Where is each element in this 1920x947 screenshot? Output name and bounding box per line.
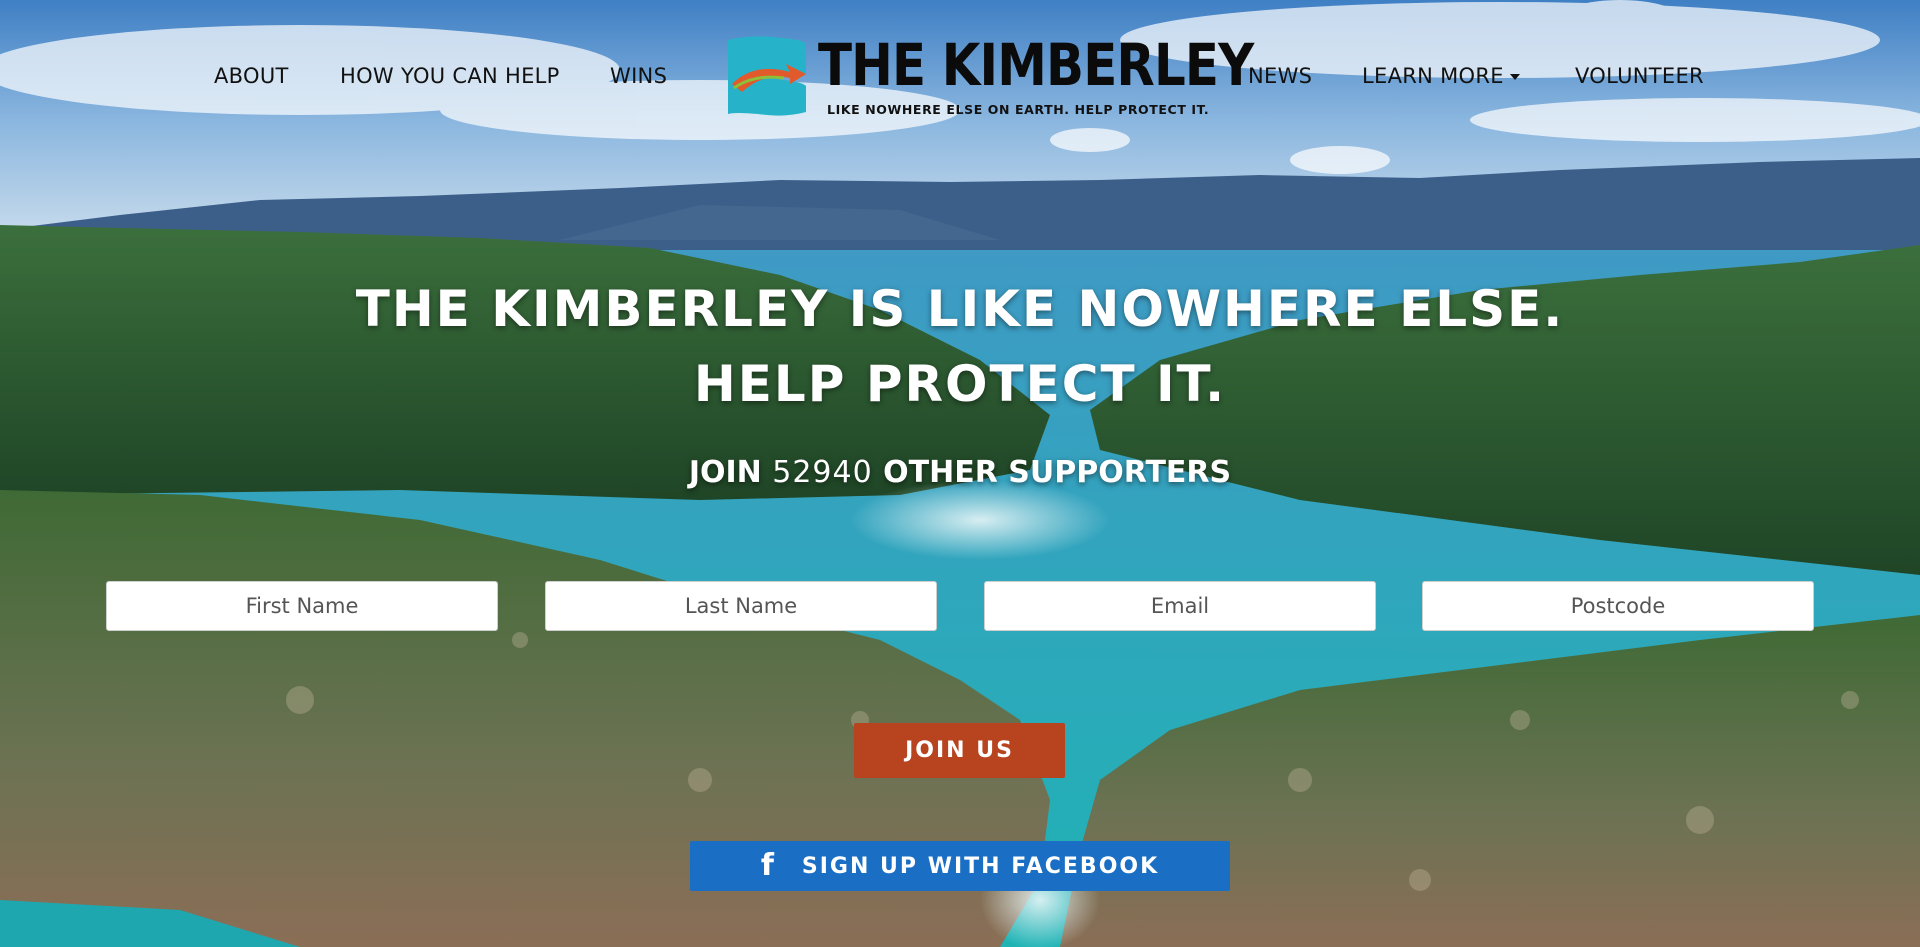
join-prefix: JOIN [688, 455, 762, 490]
facebook-signup-button[interactable]: f SIGN UP WITH FACEBOOK [690, 841, 1230, 891]
nav-about-link[interactable]: ABOUT [214, 62, 289, 90]
hero-headline-line-1: THE KIMBERLEY IS LIKE NOWHERE ELSE. [355, 280, 1565, 338]
caret-down-icon [1509, 74, 1520, 80]
nav-news-link[interactable]: NEWS [1248, 62, 1312, 90]
nav-wins-link[interactable]: WINS [610, 62, 667, 90]
join-us-button[interactable]: JOIN US [854, 723, 1065, 778]
supporter-counter: JOIN 52940 OTHER SUPPORTERS [0, 455, 1920, 490]
first-name-input[interactable] [106, 581, 498, 631]
nav-how-you-can-help-link[interactable]: HOW YOU CAN HELP [340, 62, 560, 90]
logo-title: THE KIMBERLEY [818, 31, 1254, 99]
postcode-input[interactable] [1422, 581, 1814, 631]
facebook-signup-label: SIGN UP WITH FACEBOOK [801, 853, 1160, 879]
facebook-icon: f [760, 848, 776, 883]
last-name-input[interactable] [545, 581, 937, 631]
supporter-count: 52940 [772, 455, 873, 490]
nav-learn-more-label: LEARN MORE [1362, 64, 1504, 88]
join-suffix: OTHER SUPPORTERS [883, 455, 1232, 490]
nav-learn-more-dropdown[interactable]: LEARN MORE [1362, 62, 1520, 90]
email-input[interactable] [984, 581, 1376, 631]
site-logo[interactable]: THE KIMBERLEY LIKE NOWHERE ELSE ON EARTH… [724, 31, 1254, 124]
logo-tagline: LIKE NOWHERE ELSE ON EARTH. HELP PROTECT… [827, 102, 1210, 117]
logo-mark-icon [728, 36, 806, 116]
hero-headline-line-2: HELP PROTECT IT. [693, 355, 1227, 413]
nav-volunteer-link[interactable]: VOLUNTEER [1575, 62, 1704, 90]
